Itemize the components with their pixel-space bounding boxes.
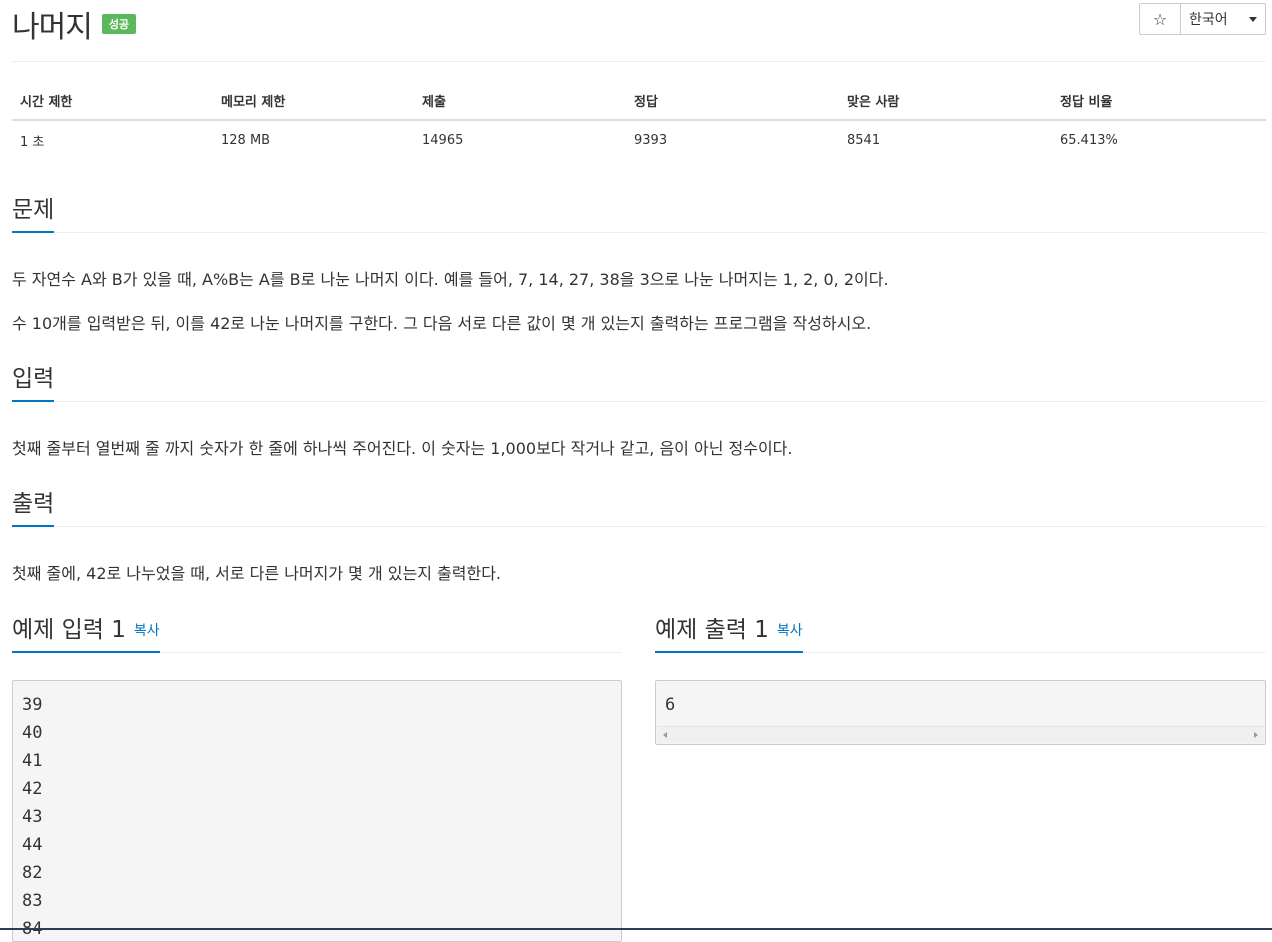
stats-header-time-limit: 시간 제한	[12, 82, 213, 121]
sample-output-heading: 예제 출력 1	[655, 617, 769, 643]
stats-value-time-limit: 1 초	[20, 135, 45, 150]
sample-input-heading: 예제 입력 1	[12, 617, 126, 643]
scroll-right-icon[interactable]	[1254, 732, 1258, 738]
stats-header-accepted: 정답	[626, 82, 839, 121]
language-label: 한국어	[1189, 12, 1228, 28]
sample-input-box[interactable]: 39 40 41 42 43 44 82 83 84	[12, 680, 622, 942]
problem-stats-table: 시간 제한 메모리 제한 제출 정답 맞은 사람 정답 비율 1 초 128 M…	[12, 82, 1266, 160]
output-description: 첫째 줄에, 42로 나누었을 때, 서로 다른 나머지가 몇 개 있는지 출력…	[12, 564, 502, 583]
page-title: 나머지	[12, 10, 93, 45]
star-button[interactable]: ☆	[1139, 3, 1181, 35]
title-row: 나머지 성공	[12, 4, 137, 45]
stats-value-accept-ratio: 65.413%	[1060, 133, 1118, 148]
sample-output-heading-wrap: 예제 출력 1 복사	[655, 619, 803, 653]
header-buttons: ☆ 한국어	[1139, 3, 1266, 35]
sample-input-line: 43	[22, 807, 43, 827]
stats-header-solved-users: 맞은 사람	[839, 82, 1052, 121]
horizontal-scrollbar[interactable]	[657, 726, 1264, 743]
language-dropdown[interactable]: 한국어	[1181, 3, 1266, 35]
sample-input-line: 40	[22, 723, 43, 743]
stats-value-solved-users: 8541	[847, 133, 881, 148]
sample-input-heading-wrap: 예제 입력 1 복사	[12, 619, 160, 653]
sample-input-header: 예제 입력 1 복사	[12, 612, 622, 653]
stats-header-submissions: 제출	[414, 82, 626, 121]
output-heading: 출력	[12, 493, 55, 527]
output-section-header: 출력	[12, 484, 1266, 527]
copy-sample-output-link[interactable]: 복사	[777, 623, 803, 639]
stats-header-accept-ratio: 정답 비율	[1052, 82, 1266, 121]
scroll-left-icon[interactable]	[663, 732, 667, 738]
stats-header-row: 시간 제한 메모리 제한 제출 정답 맞은 사람 정답 비율	[12, 82, 1266, 121]
input-description: 첫째 줄부터 열번째 줄 까지 숫자가 한 줄에 하나씩 주어진다. 이 숫자는…	[12, 439, 793, 458]
sample-input-line: 39	[22, 695, 43, 715]
problem-section-header: 문제	[12, 190, 1266, 233]
input-heading: 입력	[12, 368, 55, 402]
divider	[12, 61, 1266, 62]
sample-input-line: 44	[22, 835, 43, 855]
problem-heading: 문제	[12, 199, 55, 233]
sample-output-box[interactable]: 6	[655, 680, 1266, 745]
stats-header-memory-limit: 메모리 제한	[213, 82, 414, 121]
copy-sample-input-link[interactable]: 복사	[134, 623, 160, 639]
problem-paragraph-1: 두 자연수 A와 B가 있을 때, A%B는 A를 B로 나눈 나머지 이다. …	[12, 270, 889, 289]
stats-value-submissions: 14965	[422, 133, 464, 148]
problem-paragraph-2: 수 10개를 입력받은 뒤, 이를 42로 나눈 나머지를 구한다. 그 다음 …	[12, 314, 872, 333]
sample-input-line: 82	[22, 863, 43, 883]
star-icon: ☆	[1152, 9, 1168, 29]
sample-input-line: 42	[22, 779, 43, 799]
sample-input-line: 83	[22, 891, 43, 911]
sample-input-line: 41	[22, 751, 43, 771]
sample-output-line: 6	[665, 695, 676, 715]
caret-down-icon	[1249, 16, 1257, 22]
stats-value-memory-limit: 128 MB	[221, 133, 271, 148]
stats-value-row: 1 초 128 MB 14965 9393 8541 65.413%	[12, 120, 1266, 160]
sample-output-header: 예제 출력 1 복사	[655, 612, 1266, 653]
input-section-header: 입력	[12, 359, 1266, 402]
status-badge: 성공	[101, 14, 137, 34]
stats-value-accepted: 9393	[634, 133, 668, 148]
